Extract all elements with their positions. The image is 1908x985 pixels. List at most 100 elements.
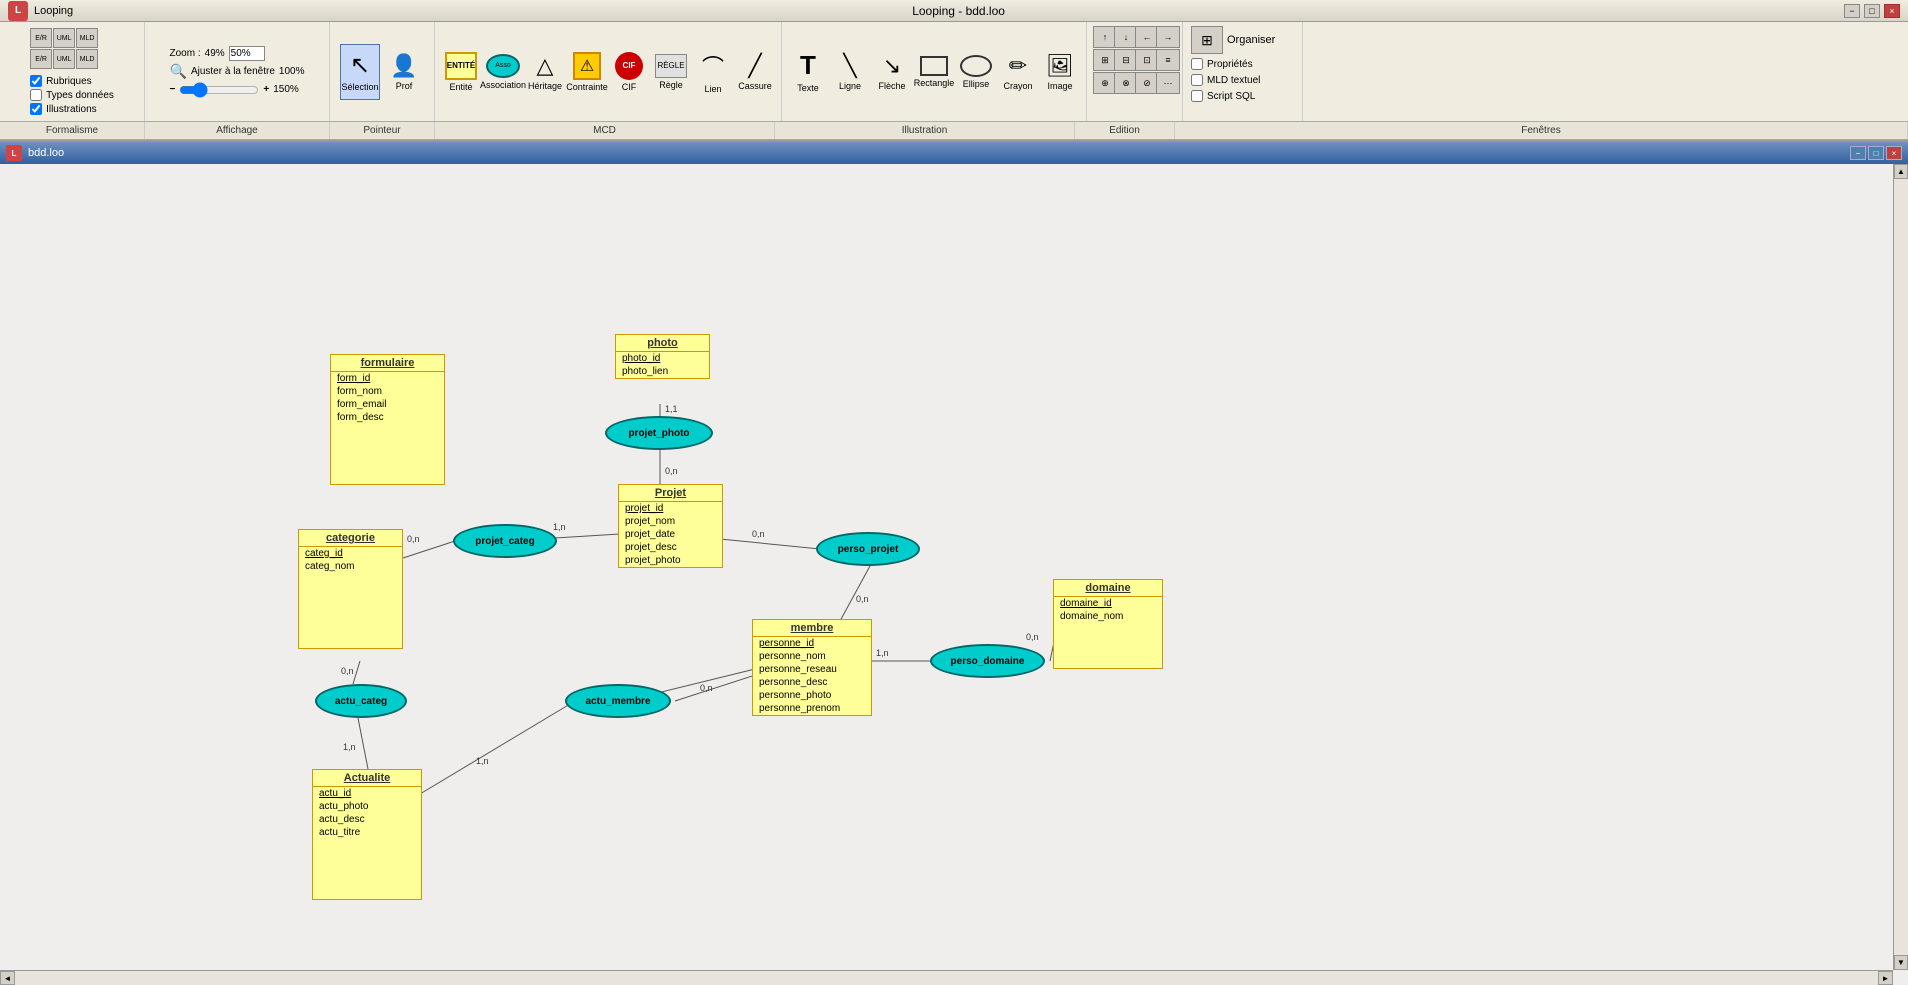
entity-membre[interactable]: membre personne_id personne_nom personne… bbox=[752, 619, 872, 716]
prof-button[interactable]: 👤 Prof bbox=[384, 44, 424, 100]
scrollbar-right[interactable]: ▲ ▼ bbox=[1893, 164, 1908, 970]
illustration-label: Illustration bbox=[775, 122, 1075, 139]
entity-domaine[interactable]: domaine domaine_id domaine_nom bbox=[1053, 579, 1163, 669]
rubriques-checkbox[interactable] bbox=[30, 75, 42, 87]
uml-icon[interactable]: UML bbox=[53, 28, 75, 48]
mcd-label: MCD bbox=[435, 122, 775, 139]
cassure-button[interactable]: ╱ Cassure bbox=[735, 44, 775, 100]
entity-formulaire[interactable]: formulaire form_id form_nom form_email f… bbox=[330, 354, 445, 485]
close-button[interactable]: × bbox=[1884, 4, 1900, 18]
ellipse-icon bbox=[960, 55, 992, 77]
proprietes-checkbox[interactable] bbox=[1191, 58, 1203, 70]
er2-icon[interactable]: E/R bbox=[30, 49, 52, 69]
slider-row: − + 150% bbox=[170, 82, 305, 98]
entity-formulaire-attr-2: form_email bbox=[331, 398, 444, 411]
entity-membre-attr-3: personne_desc bbox=[753, 676, 871, 689]
lien-button[interactable]: ⌒ Lien bbox=[693, 44, 733, 100]
zoom-slider[interactable] bbox=[179, 82, 259, 98]
entity-photo-attr-1: photo_lien bbox=[616, 365, 709, 378]
uml2-icon[interactable]: UML bbox=[53, 49, 75, 69]
entity-photo-title: photo bbox=[616, 335, 709, 352]
illustrations-checkbox[interactable] bbox=[30, 103, 42, 115]
assoc-actu-categ[interactable]: actu_categ bbox=[315, 684, 407, 718]
entity-actualite[interactable]: Actualite actu_id actu_photo actu_desc a… bbox=[312, 769, 422, 900]
assoc-perso-domaine-label: perso_domaine bbox=[951, 656, 1025, 667]
entity-actualite-attr-2: actu_desc bbox=[313, 813, 421, 826]
mld2-icon[interactable]: MLD bbox=[76, 49, 98, 69]
assoc-actu-membre[interactable]: actu_membre bbox=[565, 684, 671, 718]
selection-button[interactable]: ↖ Sélection bbox=[340, 44, 380, 100]
regle-icon: RÈGLE bbox=[655, 54, 687, 78]
contrainte-button[interactable]: ⚠ Contrainte bbox=[567, 44, 607, 100]
svg-text:1,n: 1,n bbox=[476, 756, 489, 766]
svg-text:1,n: 1,n bbox=[343, 742, 356, 752]
association-icon: Asso bbox=[486, 54, 520, 78]
diagram-window: L bdd.loo − □ × 1,1 0,n bbox=[0, 142, 1908, 985]
selection-label: Sélection bbox=[341, 82, 378, 92]
entity-categorie-attr-1: categ_nom bbox=[299, 560, 402, 573]
entity-photo[interactable]: photo photo_id photo_lien bbox=[615, 334, 710, 379]
er-icon[interactable]: E/R bbox=[30, 28, 52, 48]
ligne-label: Ligne bbox=[839, 81, 861, 91]
maximize-button[interactable]: □ bbox=[1864, 4, 1880, 18]
diagram-close-button[interactable]: × bbox=[1886, 146, 1902, 160]
scroll-up-button[interactable]: ▲ bbox=[1894, 164, 1908, 179]
edition-btn-4[interactable]: → bbox=[1156, 26, 1180, 48]
cif-button[interactable]: CIF CIF bbox=[609, 44, 649, 100]
entity-membre-attr-4: personne_photo bbox=[753, 689, 871, 702]
entity-projet[interactable]: Projet projet_id projet_nom projet_date … bbox=[618, 484, 723, 568]
entity-categorie[interactable]: categorie categ_id categ_nom bbox=[298, 529, 403, 649]
types-checkbox[interactable] bbox=[30, 89, 42, 101]
diagram-canvas[interactable]: 1,1 0,n 1,n 0,n 0,n 0,n bbox=[0, 164, 1908, 985]
rectangle-button[interactable]: Rectangle bbox=[914, 44, 954, 100]
entite-label: Entité bbox=[449, 82, 472, 92]
zoom-plus[interactable]: + bbox=[263, 84, 269, 95]
section-labels: Formalisme Affichage Pointeur MCD Illust… bbox=[0, 122, 1908, 140]
cassure-icon: ╱ bbox=[748, 53, 761, 79]
diagram-minimize-button[interactable]: − bbox=[1850, 146, 1866, 160]
affichage-section: Zoom : 49% 🔍 Ajuster à la fenêtre 100% −… bbox=[145, 22, 330, 121]
zoom-minus[interactable]: − bbox=[170, 84, 176, 95]
entity-actualite-title: Actualite bbox=[313, 770, 421, 787]
ellipse-button[interactable]: Ellipse bbox=[956, 44, 996, 100]
assoc-projet-categ[interactable]: projet_categ bbox=[453, 524, 557, 558]
entity-categorie-title: categorie bbox=[299, 530, 402, 547]
entity-formulaire-key: form_id bbox=[331, 372, 444, 385]
prof-label: Prof bbox=[396, 81, 413, 91]
contrainte-icon: ⚠ bbox=[573, 52, 601, 80]
minimize-button[interactable]: − bbox=[1844, 4, 1860, 18]
image-button[interactable]: 🖼 Image bbox=[1040, 44, 1080, 100]
fleche-button[interactable]: ↘ Flèche bbox=[872, 44, 912, 100]
texte-icon: T bbox=[800, 50, 816, 81]
script-sql-checkbox[interactable] bbox=[1191, 90, 1203, 102]
mld-icon[interactable]: MLD bbox=[76, 28, 98, 48]
heritage-button[interactable]: △ Héritage bbox=[525, 44, 565, 100]
edition-btn-8[interactable]: ≡ bbox=[1156, 49, 1180, 71]
association-button[interactable]: Asso Association bbox=[483, 44, 523, 100]
rubriques-checkbox-row: Rubriques bbox=[30, 75, 114, 87]
assoc-perso-projet[interactable]: perso_projet bbox=[816, 532, 920, 566]
organiser-icon[interactable]: ⊞ bbox=[1191, 26, 1223, 54]
illustrations-label: Illustrations bbox=[46, 104, 97, 115]
scroll-track-v[interactable] bbox=[1894, 179, 1908, 955]
entite-button[interactable]: ENTITÉ Entité bbox=[441, 44, 481, 100]
edition-btn-12[interactable]: ⋯ bbox=[1156, 72, 1180, 94]
svg-text:1,1: 1,1 bbox=[665, 404, 678, 414]
assoc-projet-photo[interactable]: projet_photo bbox=[605, 416, 713, 450]
cif-icon: CIF bbox=[615, 52, 643, 80]
zoom-input[interactable] bbox=[229, 46, 265, 61]
diagram-maximize-button[interactable]: □ bbox=[1868, 146, 1884, 160]
texte-button[interactable]: T Texte bbox=[788, 44, 828, 100]
proprietes-label: Propriétés bbox=[1207, 59, 1253, 70]
diagram-title-bar: L bdd.loo − □ × bbox=[0, 142, 1908, 164]
mld-textuel-checkbox[interactable] bbox=[1191, 74, 1203, 86]
fleche-label: Flèche bbox=[878, 81, 905, 91]
connections-svg: 1,1 0,n 1,n 0,n 0,n 0,n bbox=[0, 164, 1893, 970]
crayon-button[interactable]: ✏ Crayon bbox=[998, 44, 1038, 100]
cursor-icon: ↖ bbox=[350, 51, 370, 80]
organiser-label: Organiser bbox=[1227, 34, 1275, 46]
ligne-button[interactable]: ╲ Ligne bbox=[830, 44, 870, 100]
assoc-perso-domaine[interactable]: perso_domaine bbox=[930, 644, 1045, 678]
regle-button[interactable]: RÈGLE Règle bbox=[651, 44, 691, 100]
scroll-down-button[interactable]: ▼ bbox=[1894, 955, 1908, 970]
